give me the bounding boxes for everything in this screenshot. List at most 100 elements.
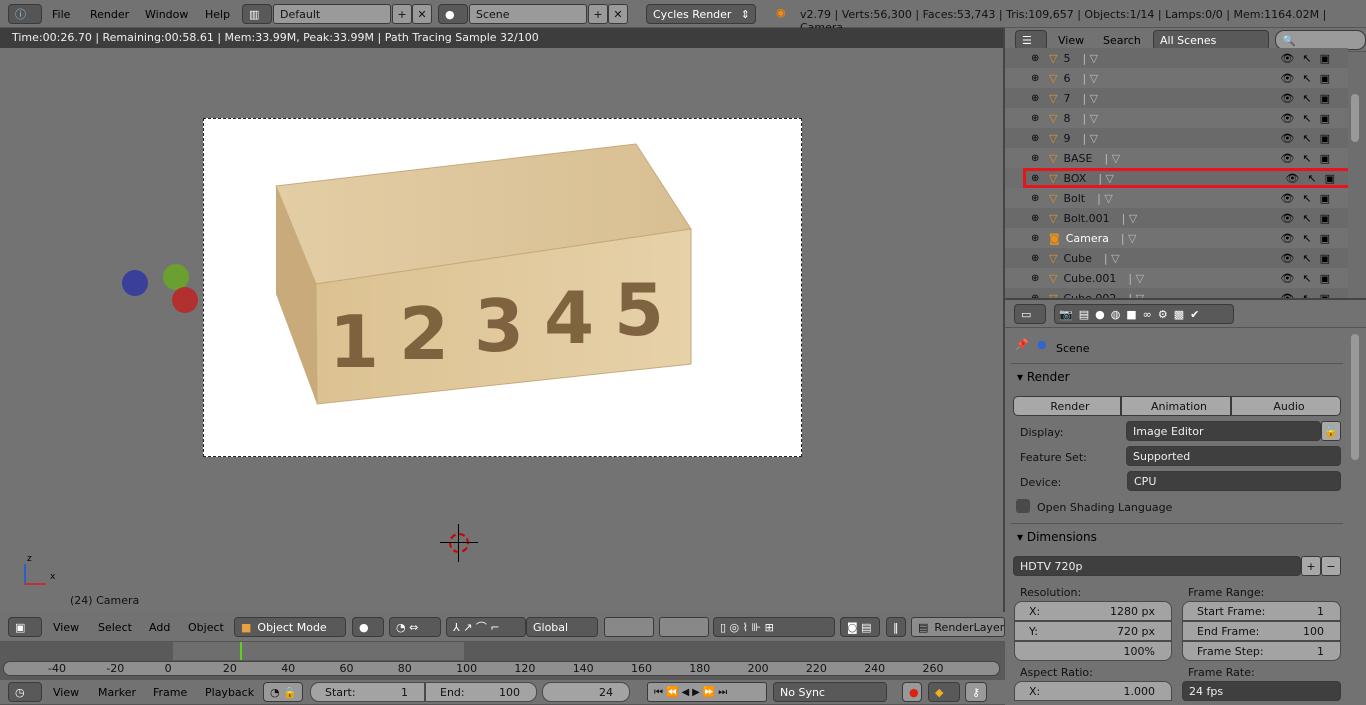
- visibility-toggles[interactable]: 👁↖▣: [1280, 152, 1338, 165]
- visibility-toggles[interactable]: 👁↖▣: [1280, 72, 1338, 85]
- orientation-select[interactable]: Global: [526, 617, 598, 637]
- resolution-y-field[interactable]: Y: 720 px: [1014, 621, 1172, 641]
- outliner-item-name[interactable]: BOX: [1063, 172, 1086, 185]
- menu-frame[interactable]: Frame: [153, 686, 187, 699]
- outliner-item[interactable]: ⊕ ▽ BASE | ▽ 👁↖▣: [1005, 148, 1348, 168]
- current-frame-field[interactable]: 24: [542, 682, 630, 702]
- display-lock-button[interactable]: 🔓: [1321, 421, 1341, 441]
- outliner-scrollbar[interactable]: [1351, 94, 1359, 142]
- menu-view[interactable]: View: [1058, 34, 1084, 47]
- editor-type-timeline-button[interactable]: ◷: [8, 682, 42, 702]
- render-preset-select[interactable]: HDTV 720p: [1013, 556, 1301, 576]
- visibility-toggles[interactable]: 👁↖▣: [1280, 252, 1338, 265]
- outliner-item-name[interactable]: 8: [1063, 112, 1070, 125]
- editor-type-outliner-button[interactable]: ☰: [1015, 30, 1047, 50]
- scene-selector[interactable]: ●: [438, 4, 468, 24]
- pivot-select[interactable]: ◔ ⇔: [389, 617, 441, 637]
- menu-add[interactable]: Add: [149, 621, 170, 634]
- expand-icon[interactable]: ⊕: [1031, 253, 1041, 264]
- device-select[interactable]: CPU: [1127, 471, 1341, 491]
- expand-icon[interactable]: ⊕: [1031, 273, 1041, 284]
- playback-controls[interactable]: ⏮⏪◀▶⏩⏭: [647, 682, 767, 702]
- 3d-cursor-icon[interactable]: [440, 524, 478, 562]
- sync-select[interactable]: No Sync: [773, 682, 887, 702]
- visibility-toggles[interactable]: 👁↖▣: [1280, 212, 1338, 225]
- outliner-item[interactable]: ⊕ ▽ 6 | ▽ 👁↖▣: [1005, 68, 1348, 88]
- menu-file[interactable]: File: [52, 8, 70, 21]
- expand-icon[interactable]: ⊕: [1031, 53, 1041, 64]
- layout-selector[interactable]: ▥: [242, 4, 272, 24]
- menu-playback[interactable]: Playback: [205, 686, 254, 699]
- editor-type-properties-button[interactable]: ▭: [1014, 304, 1046, 324]
- visibility-toggles[interactable]: 👁↖▣: [1280, 112, 1338, 125]
- layer-buttons-1[interactable]: [604, 617, 654, 637]
- keying-button[interactable]: ⚷: [965, 682, 987, 702]
- start-frame-field[interactable]: Start: 1: [310, 682, 425, 702]
- expand-icon[interactable]: ⊕: [1031, 93, 1041, 104]
- menu-help[interactable]: Help: [205, 8, 230, 21]
- scene-name-field[interactable]: Scene: [469, 4, 587, 24]
- mode-select[interactable]: ■ Object Mode: [234, 617, 346, 637]
- outliner-item[interactable]: ⊕ ▽ Cube.001 | ▽ 👁↖▣: [1005, 268, 1348, 288]
- menu-search[interactable]: Search: [1103, 34, 1141, 47]
- scene-add-button[interactable]: +: [588, 4, 608, 24]
- outliner-item[interactable]: ⊕ ▽ 7 | ▽ 👁↖▣: [1005, 88, 1348, 108]
- shading-select[interactable]: ●: [352, 617, 384, 637]
- timeline[interactable]: -40 -20 0 20 40 60 80 100 120 140 160 180 200 220 240 2…: [0, 642, 1005, 680]
- outliner-item-name[interactable]: Bolt.001: [1063, 212, 1109, 225]
- expand-icon[interactable]: ⊕: [1031, 233, 1041, 244]
- outliner-item[interactable]: ⊕ ◙ Camera | ▽ 👁↖▣: [1005, 228, 1348, 248]
- end-frame-field[interactable]: End Frame: 100: [1182, 621, 1341, 641]
- render-panel-header[interactable]: ▾ Render: [1017, 370, 1070, 384]
- outliner-item-name[interactable]: Camera: [1066, 232, 1109, 245]
- outliner-item-name[interactable]: 7: [1063, 92, 1070, 105]
- outliner-item[interactable]: ⊕ ▽ Bolt.001 | ▽ 👁↖▣: [1005, 208, 1348, 228]
- display-mode-select[interactable]: All Scenes: [1153, 30, 1269, 50]
- outliner-item-name[interactable]: Bolt: [1063, 192, 1085, 205]
- start-frame-field[interactable]: Start Frame: 1: [1182, 601, 1341, 621]
- outliner-item[interactable]: ⊕ ▽ Bolt | ▽ 👁↖▣: [1005, 188, 1348, 208]
- aspect-x-field[interactable]: X: 1.000: [1014, 681, 1172, 701]
- frame-step-field[interactable]: Frame Step: 1: [1182, 641, 1341, 661]
- blue-lamp-icon[interactable]: [122, 270, 148, 296]
- expand-icon[interactable]: ⊕: [1031, 193, 1041, 204]
- layer-buttons-2[interactable]: [659, 617, 709, 637]
- dimensions-panel-header[interactable]: ▾ Dimensions: [1017, 530, 1097, 544]
- resolution-percentage-field[interactable]: 100%: [1014, 641, 1172, 661]
- outliner-item-name[interactable]: 6: [1063, 72, 1070, 85]
- menu-render[interactable]: Render: [90, 8, 129, 21]
- layout-delete-button[interactable]: ✕: [412, 4, 432, 24]
- expand-icon[interactable]: ⊕: [1031, 133, 1041, 144]
- animation-button[interactable]: Animation: [1121, 396, 1231, 416]
- outliner-item[interactable]: ⊕ ▽ Cube.002 | ▽ 👁↖▣: [1005, 288, 1348, 298]
- end-frame-field[interactable]: End: 100: [425, 682, 537, 702]
- outliner-item-name[interactable]: 9: [1063, 132, 1070, 145]
- record-button[interactable]: ●: [902, 682, 922, 702]
- menu-view[interactable]: View: [53, 686, 79, 699]
- visibility-toggles[interactable]: 👁↖▣: [1280, 52, 1338, 65]
- osl-checkbox[interactable]: [1016, 499, 1030, 513]
- editor-type-3d-button[interactable]: ▣: [8, 617, 42, 637]
- outliner-item-name[interactable]: 5: [1063, 52, 1070, 65]
- visibility-toggles[interactable]: 👁↖▣: [1280, 232, 1338, 245]
- outliner-item[interactable]: ⊕ ▽ 5 | ▽ 👁↖▣: [1005, 48, 1348, 68]
- timeline-scale[interactable]: -40 -20 0 20 40 60 80 100 120 140 160 180 200 220 240 2…: [3, 661, 1000, 676]
- scene-delete-button[interactable]: ✕: [608, 4, 628, 24]
- preview-range-buttons[interactable]: ◔ 🔒: [263, 682, 303, 702]
- outliner-item[interactable]: ⊕ ▽ 9 | ▽ 👁↖▣: [1005, 128, 1348, 148]
- visibility-toggles[interactable]: 👁↖▣: [1285, 172, 1343, 185]
- menu-marker[interactable]: Marker: [98, 686, 136, 699]
- preset-add-button[interactable]: +: [1301, 556, 1321, 576]
- outliner-item-name[interactable]: Cube: [1063, 252, 1091, 265]
- audio-button[interactable]: Audio: [1231, 396, 1341, 416]
- render-engine-select[interactable]: Cycles Render ⇕: [646, 4, 756, 24]
- expand-icon[interactable]: ⊕: [1031, 213, 1041, 224]
- properties-scrollbar[interactable]: [1351, 334, 1359, 460]
- visibility-toggles[interactable]: 👁↖▣: [1280, 192, 1338, 205]
- layout-add-button[interactable]: +: [392, 4, 412, 24]
- layout-name-field[interactable]: Default: [273, 4, 391, 24]
- visibility-toggles[interactable]: 👁↖▣: [1280, 272, 1338, 285]
- context-tabs[interactable]: 📷▤●◍■∞⚙▩✔: [1054, 304, 1234, 324]
- menu-window[interactable]: Window: [145, 8, 188, 21]
- 3d-viewport[interactable]: Time:00:26.70 | Remaining:00:58.61 | Mem…: [0, 28, 1005, 612]
